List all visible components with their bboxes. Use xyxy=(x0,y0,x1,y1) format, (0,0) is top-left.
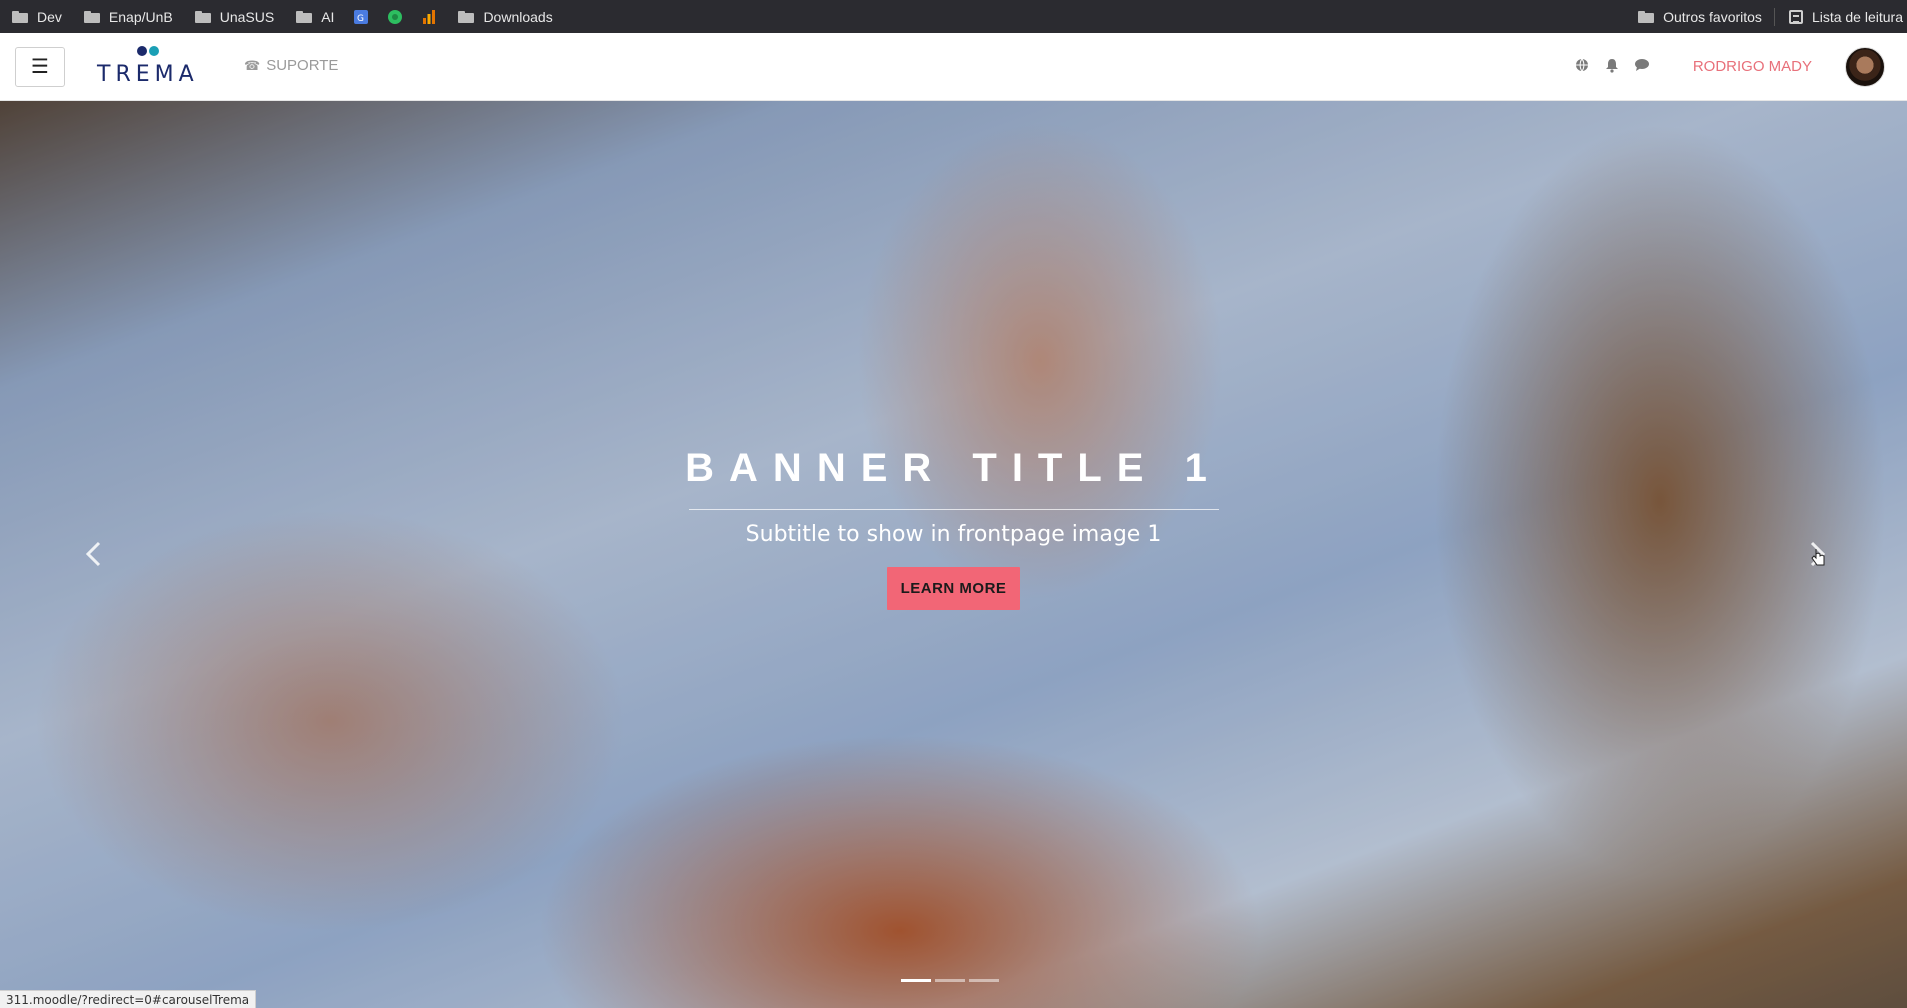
bookmark-folder-dev[interactable]: Dev xyxy=(0,0,72,33)
carousel-prev-icon[interactable] xyxy=(84,541,102,575)
bookmark-label: Dev xyxy=(37,8,62,25)
folder-icon xyxy=(12,10,28,23)
reading-list-icon xyxy=(1788,9,1803,24)
chat-icon[interactable] xyxy=(1632,55,1652,75)
logo-dot xyxy=(149,46,159,56)
carousel-indicator[interactable] xyxy=(935,979,965,982)
learn-more-button[interactable]: LEARN MORE xyxy=(886,567,1021,610)
menu-toggle-button[interactable]: ☰ xyxy=(15,47,65,87)
analytics-icon[interactable] xyxy=(421,9,437,25)
bookmarks-bar: Dev Enap/UnB UnaSUS AI G Downloads Outro… xyxy=(0,0,1907,33)
phone-icon: ☎ xyxy=(244,57,261,73)
folder-icon xyxy=(458,10,475,23)
bookmark-label: Downloads xyxy=(483,8,553,25)
banner-subtitle: Subtitle to show in frontpage image 1 xyxy=(745,522,1162,547)
nav-icons xyxy=(1572,55,1652,75)
carousel-indicator[interactable] xyxy=(901,979,931,982)
support-label: SUPORTE xyxy=(266,57,339,74)
folder-icon xyxy=(296,10,313,23)
folder-icon xyxy=(1638,10,1655,23)
support-link[interactable]: ☎ SUPORTE xyxy=(244,57,338,74)
logo-dots xyxy=(137,46,167,58)
bookmark-label: UnaSUS xyxy=(219,8,275,25)
bookmark-folder-unasus[interactable]: UnaSUS xyxy=(183,0,284,33)
globe-icon[interactable] xyxy=(1572,55,1592,75)
bookmark-folder-enap[interactable]: Enap/UnB xyxy=(72,0,183,33)
status-url: 311.moodle/?redirect=0#carouselTrema xyxy=(0,990,257,1008)
bookmark-label: Enap/UnB xyxy=(108,8,173,25)
site-logo[interactable]: TREMA xyxy=(97,46,207,87)
bookmark-folder-ai[interactable]: AI xyxy=(284,0,344,33)
evernote-icon[interactable] xyxy=(387,9,403,25)
hamburger-icon: ☰ xyxy=(31,56,49,78)
translate-icon[interactable]: G xyxy=(353,9,369,25)
carousel-indicator[interactable] xyxy=(969,979,999,982)
bell-icon[interactable] xyxy=(1602,55,1622,75)
other-favorites-button[interactable]: Outros favoritos xyxy=(1626,0,1772,33)
carousel-indicators xyxy=(901,979,999,982)
top-navbar: ☰ TREMA ☎ SUPORTE RODRIGO MADY xyxy=(0,33,1907,101)
bookmark-folder-downloads[interactable]: Downloads xyxy=(446,0,562,33)
reading-list-button[interactable]: Lista de leitura xyxy=(1777,0,1907,33)
reading-list-label: Lista de leitura xyxy=(1811,8,1903,25)
svg-text:G: G xyxy=(357,14,364,24)
logo-dot xyxy=(137,46,147,56)
banner-divider xyxy=(688,509,1219,510)
bookmark-divider xyxy=(1773,7,1775,26)
hero-carousel: BANNER TITLE 1 Subtitle to show in front… xyxy=(0,101,1907,1008)
other-favorites-label: Outros favoritos xyxy=(1663,8,1762,25)
logo-text: TREMA xyxy=(97,62,199,87)
user-avatar[interactable] xyxy=(1845,47,1885,87)
user-menu-name[interactable]: RODRIGO MADY xyxy=(1693,58,1812,75)
folder-icon xyxy=(83,10,100,23)
banner-caption: BANNER TITLE 1 Subtitle to show in front… xyxy=(0,446,1907,610)
bookmark-label: AI xyxy=(321,8,335,25)
banner-title: BANNER TITLE 1 xyxy=(685,446,1222,490)
hand-cursor-icon xyxy=(1811,548,1825,566)
folder-icon xyxy=(194,10,211,23)
